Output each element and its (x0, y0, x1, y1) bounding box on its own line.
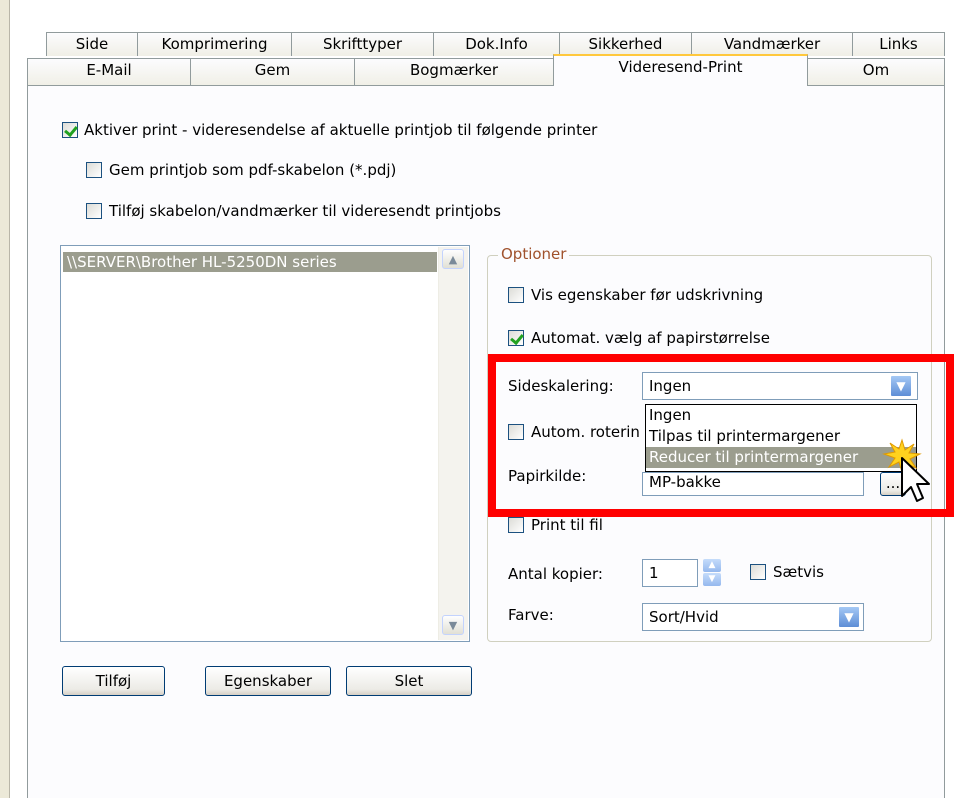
copies-input[interactable]: 1 (642, 559, 698, 587)
print-to-file-label: Print til fil (531, 516, 603, 534)
add-template-label: Tilføj skabelon/vandmærker til videresen… (109, 202, 501, 220)
auto-paper-label: Automat. vælg af papirstørrelse (531, 329, 770, 347)
add-button[interactable]: Tilføj (62, 666, 165, 696)
color-dropdown-button[interactable]: ▼ (838, 606, 860, 628)
auto-paper-checkbox[interactable] (508, 330, 524, 346)
color-label: Farve: (508, 606, 554, 624)
spin-down-icon[interactable]: ▼ (703, 573, 721, 586)
properties-button[interactable]: Egenskaber (205, 666, 331, 696)
collate-checkbox[interactable] (750, 564, 766, 580)
scroll-down-button[interactable]: ▼ (442, 615, 464, 635)
spin-up-icon[interactable]: ▲ (703, 559, 721, 572)
tab-bogmaerker[interactable]: Bogmærker (354, 58, 554, 86)
tab-side[interactable]: Side (46, 32, 138, 56)
tab-vandmaerker[interactable]: Vandmærker (691, 32, 853, 56)
window-top-strip (10, 0, 971, 10)
window-left-edge (0, 0, 10, 798)
options-group-title: Optioner (498, 245, 570, 263)
copies-value: 1 (649, 564, 659, 582)
tab-sikkerhed[interactable]: Sikkerhed (559, 32, 692, 56)
mouse-pointer-icon (882, 438, 930, 502)
printer-list-item[interactable]: \\SERVER\Brother HL-5250DN series (63, 252, 437, 272)
tab-skrifttyper[interactable]: Skrifttyper (291, 32, 434, 56)
printer-listbox[interactable] (60, 245, 470, 642)
printer-list-scrollbar[interactable]: ▲ ▼ (438, 247, 468, 640)
tab-e-mail[interactable]: E-Mail (27, 58, 191, 86)
show-properties-label: Vis egenskaber før udskrivning (531, 286, 764, 304)
copies-spinner[interactable]: ▲ ▼ (703, 559, 721, 587)
copies-label: Antal kopier: (508, 565, 603, 583)
tab-komprimering[interactable]: Komprimering (137, 32, 292, 56)
delete-button[interactable]: Slet (346, 666, 472, 696)
enable-forward-label: Aktiver print - videresendelse af aktuel… (84, 121, 598, 139)
tab-om[interactable]: Om (807, 58, 945, 86)
enable-forward-checkbox[interactable] (62, 122, 78, 138)
tab-gem[interactable]: Gem (190, 58, 355, 86)
add-template-checkbox[interactable] (86, 203, 102, 219)
chevron-down-icon: ▼ (844, 610, 854, 624)
color-value: Sort/Hvid (649, 608, 719, 626)
save-template-label: Gem printjob som pdf-skabelon (*.pdj) (109, 161, 397, 179)
scroll-up-button[interactable]: ▲ (442, 249, 464, 269)
color-combobox[interactable]: Sort/Hvid (642, 603, 864, 631)
tab-links[interactable]: Links (852, 32, 945, 56)
print-to-file-checkbox[interactable] (508, 517, 524, 533)
collate-label: Sætvis (773, 563, 824, 581)
tab-videresend-print[interactable]: Videresend-Print (553, 54, 808, 86)
tab-dok-info[interactable]: Dok.Info (433, 32, 560, 56)
show-properties-checkbox[interactable] (508, 287, 524, 303)
save-template-checkbox[interactable] (86, 162, 102, 178)
